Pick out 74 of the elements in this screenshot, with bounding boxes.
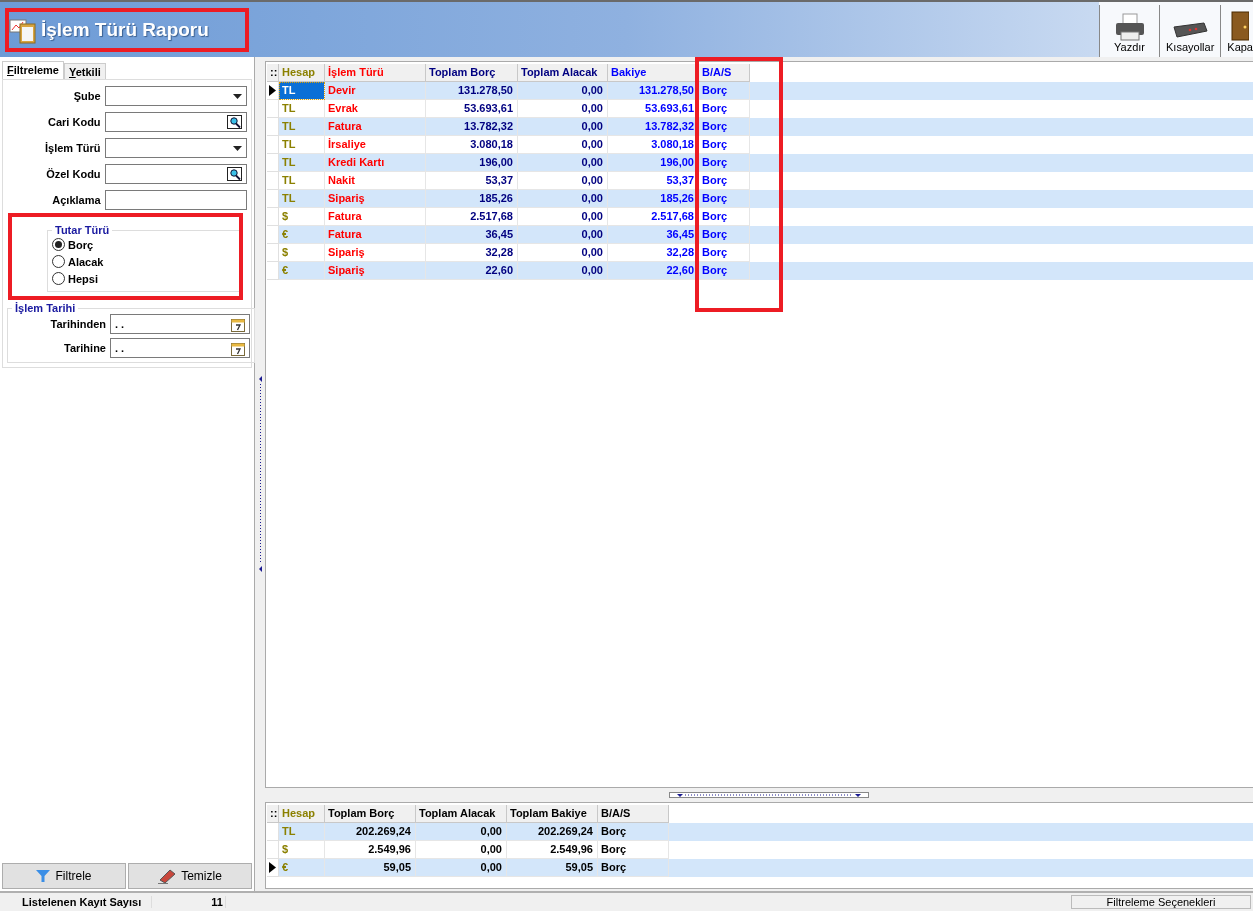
column-header[interactable]: B/A/S bbox=[598, 805, 669, 823]
radio-label: Alacak bbox=[68, 255, 104, 268]
radio-button[interactable] bbox=[52, 255, 65, 268]
group-title: İşlem Tarihi bbox=[14, 302, 77, 314]
current-row-icon bbox=[269, 862, 276, 873]
field-label: Cari Kodu bbox=[47, 116, 101, 128]
column-header[interactable]: Toplam Borç bbox=[426, 64, 518, 82]
search-book-icon bbox=[227, 167, 242, 181]
table-cell: Sipariş bbox=[325, 262, 426, 280]
calendar-icon bbox=[231, 316, 245, 332]
field-label: Açıklama bbox=[51, 194, 101, 206]
input-field[interactable] bbox=[104, 112, 247, 132]
column-header[interactable]: Hesap bbox=[279, 805, 325, 823]
input-field[interactable] bbox=[104, 138, 247, 158]
table-cell: € bbox=[279, 262, 325, 280]
dropdown-caret-icon bbox=[233, 93, 242, 99]
action-button[interactable]: Filtrele bbox=[2, 863, 126, 889]
row-indicator[interactable] bbox=[267, 859, 279, 877]
field-label: İşlem Türü bbox=[43, 142, 101, 154]
radio-button[interactable] bbox=[52, 272, 65, 285]
input-field[interactable] bbox=[104, 190, 247, 210]
status-button[interactable]: Filtreleme Seçenekleri bbox=[1071, 895, 1251, 909]
input-field[interactable] bbox=[104, 86, 247, 106]
toolbar-button[interactable]: Kısayollar bbox=[1159, 5, 1221, 57]
radio-label: Hepsi bbox=[68, 272, 98, 285]
printer-icon bbox=[1113, 13, 1146, 41]
tab[interactable]: Filtreleme bbox=[2, 61, 64, 79]
splitter-handle-icon[interactable] bbox=[257, 376, 263, 572]
input-field[interactable] bbox=[104, 164, 247, 184]
column-header[interactable]: Toplam Alacak bbox=[416, 805, 507, 823]
table-cell: 0,00 bbox=[416, 859, 507, 877]
calendar-icon bbox=[231, 340, 245, 356]
dropdown-caret-icon bbox=[233, 145, 242, 151]
field-label: Şube bbox=[72, 90, 101, 102]
date-field[interactable]: . . bbox=[110, 338, 250, 358]
column-header[interactable]: B/A/S bbox=[699, 64, 750, 82]
table-cell: TL bbox=[279, 82, 325, 100]
toolbar-button[interactable]: Yazdır bbox=[1099, 5, 1159, 57]
table-cell: 59,05 bbox=[507, 859, 598, 877]
field-label: Tarihinden bbox=[49, 318, 106, 330]
table-cell: 0,00 bbox=[518, 262, 608, 280]
grid-corner-marker: :: bbox=[267, 64, 279, 82]
current-row-icon bbox=[269, 85, 276, 96]
toolbar-button[interactable]: Kapa bbox=[1220, 5, 1253, 57]
radio-label: Borç bbox=[68, 238, 94, 251]
field-label: Tarihine bbox=[63, 342, 106, 354]
group-title: Tutar Türü bbox=[54, 224, 111, 236]
record-count: 11 bbox=[152, 896, 226, 908]
action-button[interactable]: Temizle bbox=[128, 863, 252, 889]
window-title: İşlem Türü Raporu bbox=[41, 18, 209, 41]
search-book-icon bbox=[227, 115, 242, 129]
column-header[interactable]: Toplam Alacak bbox=[518, 64, 608, 82]
radio-button[interactable] bbox=[52, 238, 65, 251]
date-field[interactable]: . . bbox=[110, 314, 250, 334]
column-header[interactable]: Toplam Bakiye bbox=[507, 805, 598, 823]
grid-corner-marker: :: bbox=[267, 805, 279, 823]
table-cell: 59,05 bbox=[325, 859, 416, 877]
eraser-icon bbox=[158, 868, 177, 884]
splitter-handle-icon[interactable] bbox=[669, 792, 869, 798]
table-cell: 22,60 bbox=[426, 262, 518, 280]
status-label: Listelenen Kayıt Sayısı bbox=[0, 896, 152, 908]
filter-icon bbox=[36, 869, 51, 883]
column-header[interactable]: Toplam Borç bbox=[325, 805, 416, 823]
table-cell: Borç bbox=[598, 859, 669, 877]
table-cell: Borç bbox=[699, 262, 750, 280]
field-label: Özel Kodu bbox=[45, 168, 101, 180]
row-indicator[interactable] bbox=[267, 82, 279, 100]
table-cell: 22,60 bbox=[608, 262, 699, 280]
door-icon bbox=[1231, 11, 1250, 41]
tab[interactable]: Yetkili bbox=[64, 63, 106, 79]
column-header[interactable]: İşlem Türü bbox=[325, 64, 426, 82]
column-header[interactable]: Hesap bbox=[279, 64, 325, 82]
table-cell: € bbox=[279, 859, 325, 877]
keyboard-icon bbox=[1172, 21, 1209, 41]
